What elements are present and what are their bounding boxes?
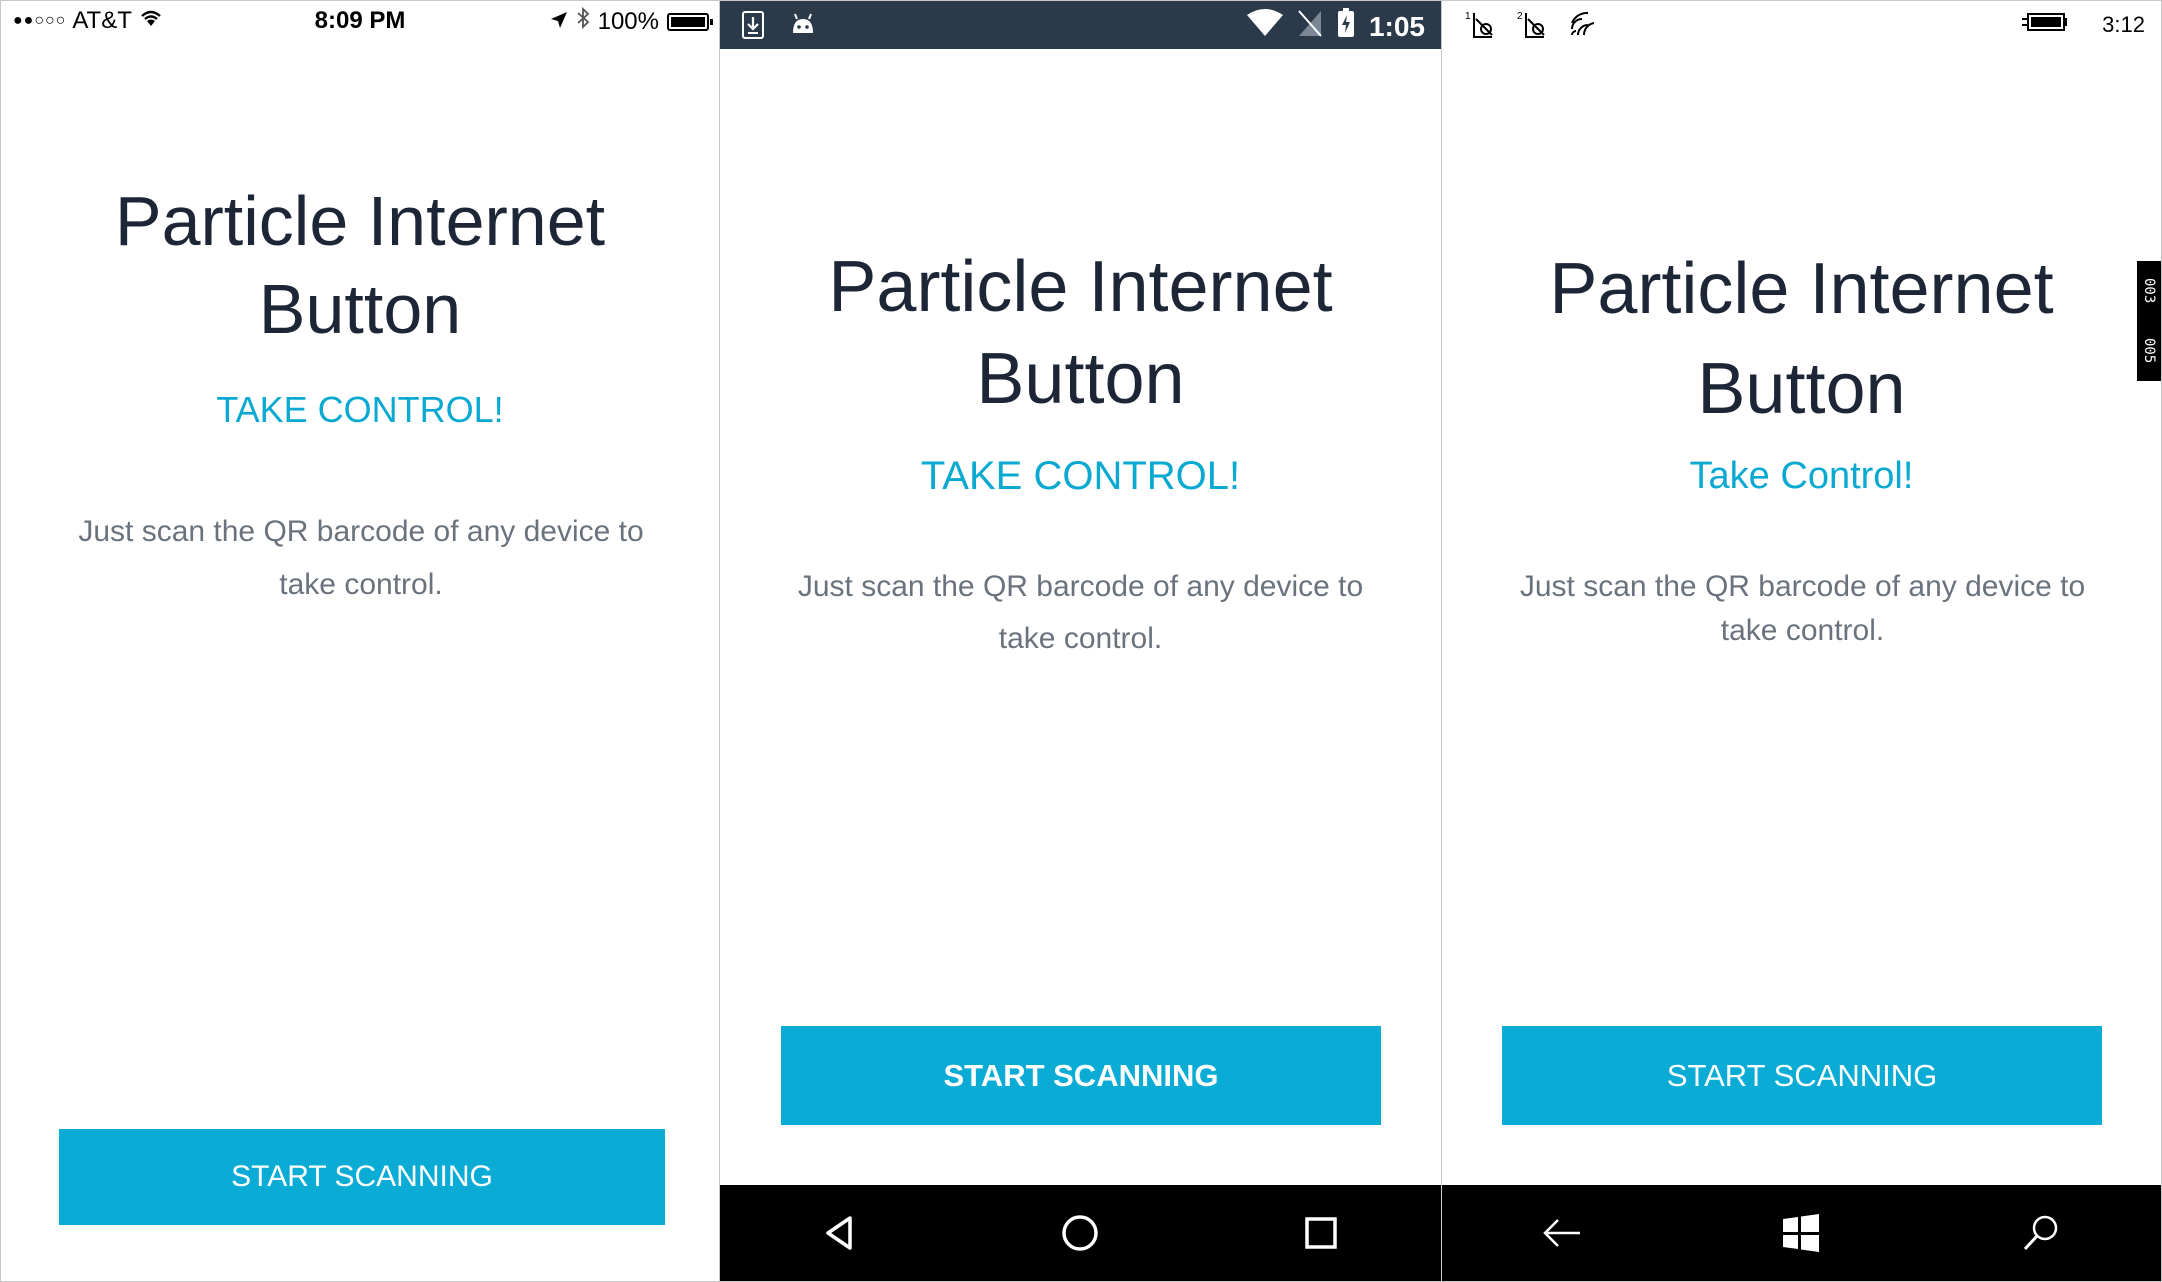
title-line-1: Particle Internet	[828, 247, 1333, 327]
notification-icons	[742, 11, 816, 44]
wifi-icon	[1246, 9, 1283, 44]
status-right-group: 3:12	[2022, 11, 2145, 39]
title-line-2: Button	[1697, 349, 1906, 429]
sim1-no-signal-icon: 1	[1464, 9, 1498, 44]
windows-navigation-bar	[1442, 1185, 2161, 1281]
page-title: Particle Internet Button	[720, 241, 1441, 425]
windows-status-bar: 1 2 3:12	[1442, 1, 2161, 49]
home-icon[interactable]	[1040, 1193, 1120, 1273]
battery-icon	[667, 12, 713, 31]
title-line-2: Button	[258, 270, 462, 348]
take-control-subtitle: TAKE CONTROL!	[216, 389, 504, 430]
start-scanning-button[interactable]: START SCANNING	[1502, 1026, 2102, 1125]
windows-start-icon[interactable]	[1761, 1193, 1841, 1273]
page-title: Particle Internet Button	[1, 177, 719, 353]
svg-text:2: 2	[1517, 11, 1523, 22]
svg-text:1: 1	[1465, 11, 1471, 22]
title-line-1: Particle Internet	[114, 182, 606, 260]
download-notification-icon	[742, 11, 764, 44]
status-time: 3:12	[2102, 12, 2145, 37]
instruction-text: Just scan the QR barcode of any device t…	[1519, 570, 2086, 647]
wifi-icon	[1568, 9, 1598, 44]
recents-icon[interactable]	[1281, 1193, 1361, 1273]
sim2-no-signal-icon: 2	[1516, 9, 1550, 44]
windows-screen: 1 2 3:12 003 005 Particle Internet Butto…	[1441, 0, 2162, 1282]
instruction-text: Just scan the QR barcode of any device t…	[797, 570, 1364, 655]
no-sim-icon	[1297, 9, 1323, 44]
bluetooth-icon	[576, 6, 590, 36]
instruction-text: Just scan the QR barcode of any device t…	[78, 515, 644, 601]
back-icon[interactable]	[800, 1193, 880, 1273]
page-title: Particle Internet Button	[1442, 239, 2161, 439]
battery-charging-icon	[2022, 11, 2068, 39]
status-right-group: 1:05	[1246, 8, 1425, 45]
android-navigation-bar	[720, 1185, 1441, 1281]
android-status-bar: 1:05	[720, 1, 1441, 49]
start-scanning-button[interactable]: START SCANNING	[781, 1026, 1381, 1125]
take-control-subtitle: TAKE CONTROL!	[920, 454, 1241, 498]
search-icon[interactable]	[2001, 1193, 2081, 1273]
back-arrow-icon[interactable]	[1522, 1193, 1602, 1273]
battery-charging-icon	[1337, 8, 1355, 45]
status-time: 1:05	[1368, 10, 1425, 42]
title-line-2: Button	[976, 339, 1185, 419]
ios-screen: ●●○○○ AT&T 8:09 PM 100% Particle Interne…	[0, 0, 720, 1282]
ios-status-bar: ●●○○○ AT&T 8:09 PM 100%	[1, 1, 719, 45]
title-line-1: Particle Internet	[1549, 249, 2054, 329]
status-right-group: 100%	[550, 6, 713, 36]
start-scanning-button[interactable]: START SCANNING	[59, 1129, 665, 1225]
android-screen: 1:05 Particle Internet Button TAKE CONTR…	[720, 0, 1441, 1282]
location-arrow-icon	[550, 8, 568, 36]
take-control-subtitle: Take Control!	[1689, 455, 1914, 497]
android-debug-icon	[790, 11, 816, 44]
battery-percent: 100%	[597, 7, 659, 35]
status-left-group: 1 2	[1464, 9, 1598, 44]
